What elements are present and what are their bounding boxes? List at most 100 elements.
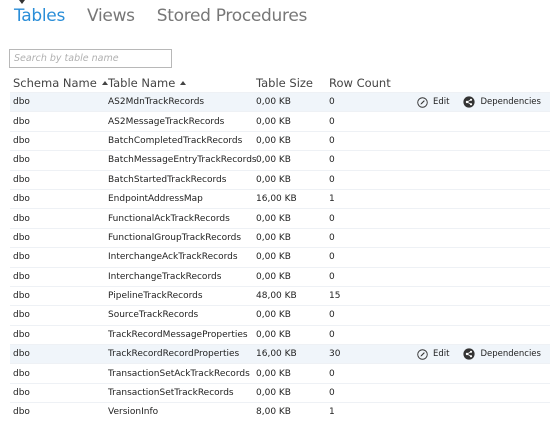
schema-cell: dbo [13, 232, 30, 243]
tab-views[interactable]: Views [87, 0, 135, 26]
schema-cell: dbo [13, 291, 30, 302]
column-header-schema[interactable]: Schema Name [10, 76, 108, 90]
table-size-cell: 0,00 KB [256, 368, 291, 379]
edit-icon [417, 349, 433, 360]
table-row[interactable]: dbo TransactionSetTrackRecords 0,00 KB 0 [10, 382, 550, 402]
row-count-cell: 0 [329, 97, 335, 108]
column-header-table[interactable]: Table Name [108, 76, 256, 90]
table-name-cell: BatchStartedTrackRecords [108, 174, 227, 185]
dependencies-button[interactable]: Dependencies [463, 96, 541, 108]
table-size-cell: 0,00 KB [256, 97, 291, 108]
edit-label: Edit [433, 349, 450, 360]
table-name-cell: FunctionalAckTrackRecords [108, 213, 230, 224]
table-name-cell: TrackRecordRecordProperties [108, 349, 240, 360]
table-name-cell: PipelineTrackRecords [108, 291, 203, 302]
schema-cell: dbo [13, 135, 30, 146]
column-header-count-label: Row Count [329, 76, 391, 90]
schema-cell: dbo [13, 252, 30, 263]
row-count-cell: 0 [329, 368, 335, 379]
table-row[interactable]: dbo BatchMessageEntryTrackRecords 0,00 KB 0 [10, 150, 550, 169]
table-row[interactable]: dbo TransactionSetAckTrackRecords 0,00 KB 0 [10, 363, 550, 382]
row-actions: Edit Dependencies [417, 96, 550, 108]
column-header-table-label: Table Name [108, 76, 176, 90]
active-tab-indicator-icon [19, 0, 25, 4]
table-row[interactable]: dbo InterchangeTrackRecords 0,00 KB 0 [10, 266, 550, 286]
schema-cell: dbo [13, 271, 30, 282]
table-name-cell: TransactionSetTrackRecords [108, 388, 234, 399]
row-actions: Edit Dependencies [417, 348, 550, 360]
schema-cell: dbo [13, 368, 30, 379]
tables-grid: Schema Name Table Name Table Size Row Co… [10, 74, 550, 422]
schema-cell: dbo [13, 388, 30, 399]
table-row[interactable]: dbo BatchCompletedTrackRecords 0,00 KB 0 [10, 130, 550, 150]
table-row[interactable]: dbo PipelineTrackRecords 48,00 KB 15 [10, 285, 550, 305]
schema-cell: dbo [13, 116, 30, 127]
table-size-cell: 0,00 KB [256, 232, 291, 243]
edit-icon [417, 96, 433, 108]
table-size-cell: 48,00 KB [256, 291, 297, 302]
table-row[interactable]: dbo AS2MessageTrackRecords 0,00 KB 0 [10, 111, 550, 130]
table-row[interactable]: dbo TrackRecordRecordProperties 16,00 KB 30… [10, 344, 550, 364]
column-header-size-label: Table Size [256, 76, 314, 90]
table-size-cell: 0,00 KB [256, 213, 291, 224]
share-nodes-icon [463, 348, 480, 360]
schema-cell: dbo [13, 155, 30, 166]
row-count-cell: 0 [329, 310, 335, 321]
table-name-cell: TrackRecordMessageProperties [108, 329, 248, 340]
row-count-cell: 30 [329, 349, 341, 360]
sort-ascending-icon [180, 81, 187, 85]
table-size-cell: 0,00 KB [256, 388, 291, 399]
table-row[interactable]: dbo EndpointAddressMap 16,00 KB 1 [10, 188, 550, 208]
table-row[interactable]: dbo FunctionalAckTrackRecords 0,00 KB 0 [10, 208, 550, 227]
tab-stored-procedures[interactable]: Stored Procedures [157, 0, 308, 26]
column-header-size[interactable]: Table Size [256, 76, 329, 90]
table-name-cell: AS2MessageTrackRecords [108, 116, 225, 127]
schema-cell: dbo [13, 407, 30, 418]
table-row[interactable]: dbo TrackRecordMessageProperties 0,00 KB 0 [10, 324, 550, 344]
dependencies-button[interactable]: Dependencies [463, 348, 541, 360]
table-size-cell: 0,00 KB [256, 174, 291, 185]
table-row[interactable]: dbo FunctionalGroupTrackRecords 0,00 KB 0 [10, 227, 550, 247]
table-row[interactable]: dbo SourceTrackRecords 0,00 KB 0 [10, 305, 550, 324]
edit-label: Edit [433, 97, 450, 108]
row-count-cell: 0 [329, 388, 335, 399]
edit-button[interactable]: Edit [417, 349, 449, 360]
column-header-count[interactable]: Row Count [329, 76, 417, 90]
table-row[interactable]: dbo VersionInfo 8,00 KB 1 [10, 402, 550, 421]
table-row[interactable]: dbo InterchangeAckTrackRecords 0,00 KB 0 [10, 247, 550, 266]
table-size-cell: 0,00 KB [256, 310, 291, 321]
schema-cell: dbo [13, 97, 30, 108]
dependencies-label: Dependencies [480, 349, 541, 360]
schema-cell: dbo [13, 349, 30, 360]
row-count-cell: 0 [329, 252, 335, 263]
table-size-cell: 8,00 KB [256, 407, 291, 418]
table-size-cell: 0,00 KB [256, 116, 291, 127]
grid-body: dbo AS2MdnTrackRecords 0,00 KB 0 Edit Depende… [10, 92, 550, 422]
row-count-cell: 0 [329, 116, 335, 127]
table-size-cell: 0,00 KB [256, 271, 291, 282]
table-name-cell: SourceTrackRecords [108, 310, 199, 321]
table-name-cell: InterchangeAckTrackRecords [108, 252, 238, 263]
table-row[interactable]: dbo BatchStartedTrackRecords 0,00 KB 0 [10, 169, 550, 189]
row-count-cell: 0 [329, 174, 335, 185]
table-size-cell: 0,00 KB [256, 252, 291, 263]
row-count-cell: 0 [329, 329, 335, 340]
row-count-cell: 0 [329, 271, 335, 282]
table-name-cell: TransactionSetAckTrackRecords [108, 368, 250, 379]
grid-header: Schema Name Table Name Table Size Row Co… [10, 74, 550, 92]
table-name-cell: BatchCompletedTrackRecords [108, 135, 243, 146]
search-input[interactable] [9, 49, 172, 68]
table-size-cell: 16,00 KB [256, 194, 297, 205]
table-name-cell: AS2MdnTrackRecords [108, 97, 205, 108]
table-name-cell: BatchMessageEntryTrackRecords [108, 155, 257, 166]
schema-cell: dbo [13, 310, 30, 321]
table-name-cell: VersionInfo [108, 407, 159, 418]
row-count-cell: 0 [329, 155, 335, 166]
table-row[interactable]: dbo AS2MdnTrackRecords 0,00 KB 0 Edit Depende… [10, 92, 550, 112]
row-count-cell: 0 [329, 135, 335, 146]
column-header-schema-label: Schema Name [13, 76, 97, 90]
table-size-cell: 0,00 KB [256, 329, 291, 340]
edit-button[interactable]: Edit [417, 96, 450, 108]
tab-bar: Tables Views Stored Procedures [14, 0, 329, 34]
row-count-cell: 1 [329, 194, 335, 205]
